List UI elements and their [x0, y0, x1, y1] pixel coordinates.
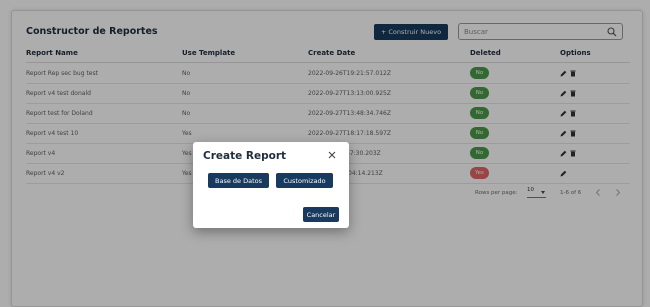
dialog-title: Create Report: [203, 150, 287, 162]
custom-button[interactable]: Customizado: [276, 173, 333, 188]
create-report-dialog: Create Report Base de Datos Customizado …: [193, 142, 349, 228]
database-button[interactable]: Base de Datos: [208, 173, 269, 188]
close-icon[interactable]: [327, 150, 337, 160]
cancel-button[interactable]: Cancelar: [303, 207, 339, 222]
